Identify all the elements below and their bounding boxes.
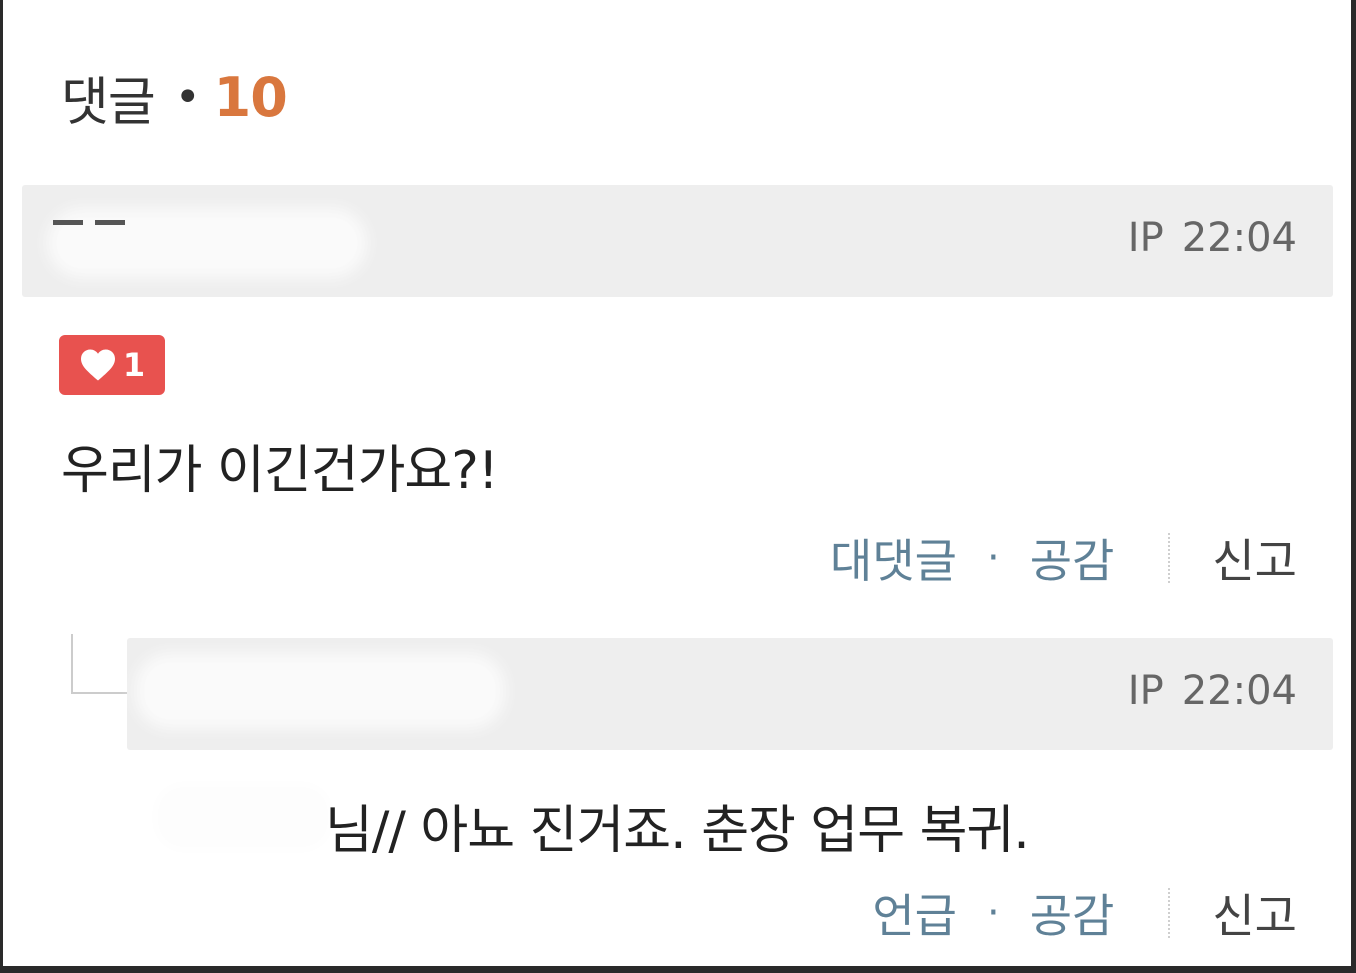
heart-icon bbox=[80, 349, 115, 381]
mention-button[interactable]: 언급 bbox=[872, 880, 957, 946]
ip-label: IP bbox=[1127, 215, 1164, 261]
reply-meta: IP 22:04 bbox=[1128, 668, 1297, 714]
redacted-mention bbox=[163, 792, 323, 842]
like-count: 1 bbox=[122, 346, 146, 384]
comment-author-bar: IP 22:04 bbox=[22, 185, 1333, 297]
reply-button[interactable]: 대댓글 bbox=[830, 525, 957, 591]
comments-header: 댓글 • 10 bbox=[61, 62, 288, 133]
action-divider bbox=[1168, 533, 1171, 583]
report-button[interactable]: 신고 bbox=[1212, 525, 1297, 591]
action-separator: · bbox=[987, 535, 1000, 581]
header-separator: • bbox=[174, 71, 201, 123]
reply-indicator-icon bbox=[71, 634, 129, 694]
like-badge[interactable]: 1 bbox=[59, 335, 165, 395]
reply-body: 님// 아뇨 진거죠. 춘장 업무 복귀. bbox=[325, 801, 1030, 861]
report-button[interactable]: 신고 bbox=[1212, 880, 1297, 946]
comment-section: 댓글 • 10 IP 22:04 1 우리가 이긴건가요?! 대댓글 · 공감 신… bbox=[3, 0, 1351, 966]
comment-actions: 대댓글 · 공감 신고 bbox=[830, 525, 1297, 591]
comment-body: 우리가 이긴건가요?! bbox=[61, 441, 499, 501]
redacted-username bbox=[145, 663, 495, 719]
redacted-username bbox=[53, 218, 357, 268]
empathize-button[interactable]: 공감 bbox=[1030, 880, 1115, 946]
comments-title: 댓글 bbox=[61, 72, 156, 133]
reply-author-bar: IP 22:04 bbox=[127, 638, 1333, 750]
reply-time: 22:04 bbox=[1181, 668, 1297, 714]
reply-actions: 언급 · 공감 신고 bbox=[872, 880, 1297, 946]
action-divider bbox=[1168, 888, 1171, 938]
empathize-button[interactable]: 공감 bbox=[1030, 525, 1115, 591]
ip-label: IP bbox=[1127, 668, 1164, 714]
comment-time: 22:04 bbox=[1181, 215, 1297, 261]
action-separator: · bbox=[987, 890, 1000, 936]
comments-count: 10 bbox=[213, 65, 288, 129]
comment-meta: IP 22:04 bbox=[1128, 215, 1297, 261]
